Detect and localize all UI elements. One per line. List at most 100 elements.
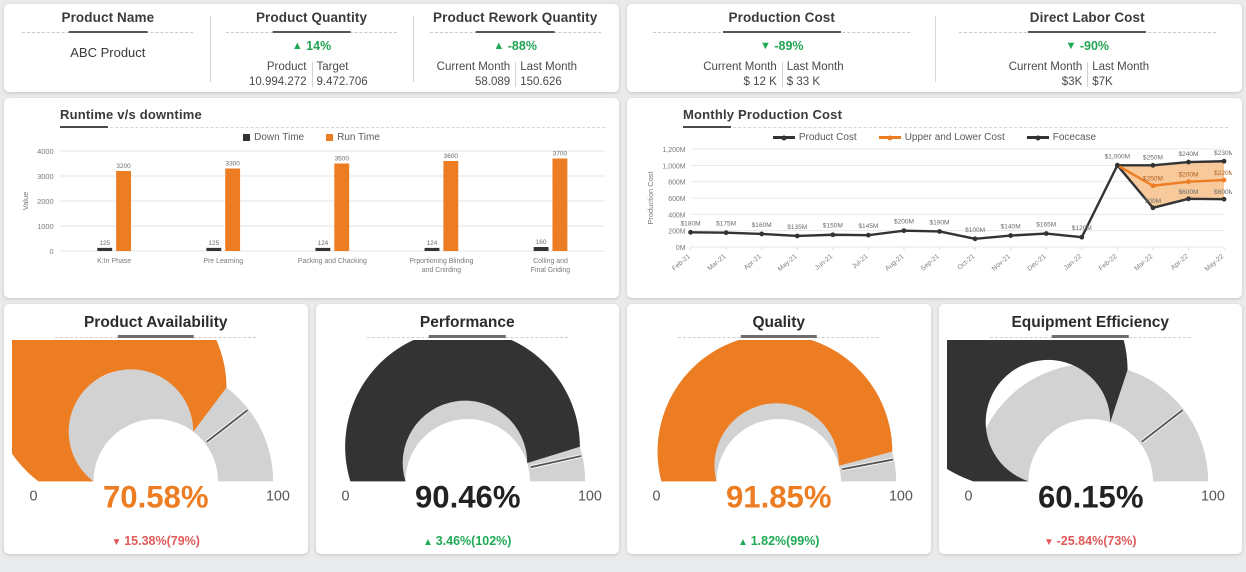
data-label: $600M [1214,189,1232,196]
x-axis-tick: Jul-21 [851,253,870,270]
forecast-upper-point[interactable] [1150,162,1156,168]
kpi-title: Direct Labor Cost [1029,10,1145,25]
x-axis-tick: Final Griding [531,267,570,274]
forecast-lower-point[interactable] [1221,196,1227,202]
bar-down-time[interactable] [206,247,222,251]
arrow-down-icon: ▼ [759,40,771,52]
kpi-sub-value: 10.994.272 [248,76,307,88]
y-axis-tick: 0 [50,247,54,256]
x-axis-tick: Feb-22 [1098,253,1119,272]
x-axis-tick: Mar-22 [1133,253,1154,272]
gauge-title: Quality [752,314,806,331]
legend-item-2[interactable]: Focecase [1026,132,1097,143]
kpi-sub-0: Product 10.994.272 [210,61,312,88]
bar-run-time[interactable] [443,161,459,251]
bar-chart-header: Runtime v/s downtime [14,106,609,128]
bar-chart-legend[interactable]: Down Time Run Time [14,132,609,143]
bar-down-time[interactable] [533,247,549,251]
legend-item-1[interactable]: Run Time [326,132,380,143]
kpi-delta: ▼ -89% [760,39,804,54]
bar-value-label: 3500 [335,155,350,162]
forecast-lower-point[interactable] [1186,196,1191,202]
upper-lower-point[interactable] [1186,179,1191,185]
kpi-sub-value: $7K [1092,76,1113,88]
product-cost-point[interactable] [688,229,693,235]
arrow-up-icon: ▲ [291,40,303,52]
bar-run-time[interactable] [225,168,241,252]
gauge-card-0: Product Availability 0 100 70.58% ▼ 15.38%(7… [4,304,308,554]
legend-item-0[interactable]: Product Cost [772,132,857,143]
data-label: $165M [1036,222,1056,229]
product-cost-point[interactable] [866,232,871,238]
kpi-sub-value: $ 12 K [743,76,777,88]
chart-row: Runtime v/s downtime Down Time Run Time 0… [4,98,1242,298]
forecast-lower-point[interactable] [1150,205,1156,211]
product-cost-point[interactable] [972,236,978,242]
upper-lower-point[interactable] [1221,177,1227,183]
legend-label: Upper and Lower Cost [904,132,1005,143]
data-label: $120M [1072,225,1092,232]
kpi-sub-value: 150.626 [520,76,562,88]
x-axis-tick: Pre Learning [203,258,243,265]
kpi-right-0: Production Cost ▼ -89% Current Month $ 12 K… [629,10,935,88]
data-label: $135M [787,224,807,231]
y-axis-tick: 2000 [37,197,54,206]
product-cost-point[interactable] [1008,233,1014,238]
product-cost-point[interactable] [759,231,765,237]
upper-lower-point[interactable] [1150,183,1156,189]
legend-swatch [878,136,901,139]
arrow-down-icon: ▼ [1065,40,1077,52]
legend-item-0[interactable]: Down Time [243,132,304,143]
arrow-up-icon: ▲ [423,536,436,548]
line-chart-legend[interactable]: Product Cost Upper and Lower Cost Focecase [637,132,1232,143]
bar-run-time[interactable] [116,171,132,251]
bar-run-time[interactable] [552,158,568,252]
kpi-row: Product Name ABC Product Product Quantity ▲… [4,4,1242,92]
kpi-delta-value: -88% [504,39,537,53]
kpi-sub-label: Target [316,61,349,73]
gauge-plot: 0 100 90.46% [324,340,612,532]
forecast-upper-point[interactable] [1221,158,1227,164]
kpi-title: Product Rework Quantity [433,10,598,25]
gauge-max-label: 100 [889,489,913,505]
legend-label: Focecase [1052,132,1097,143]
kpi-title-underline [429,29,601,33]
kpi-right-1: Direct Labor Cost ▼ -90% Current Month $3K L… [934,10,1241,88]
data-label: $240M [1179,151,1199,158]
gauge-plot: 0 100 60.15% [946,340,1235,532]
data-label: $200M [1179,172,1199,179]
bar-down-time[interactable] [97,247,113,251]
kpi-left-2: Product Rework Quantity ▲ -88% Current Mon… [413,10,617,88]
product-cost-point[interactable] [830,232,836,238]
forecast-upper-point[interactable] [1186,159,1191,165]
bar-run-time[interactable] [334,163,350,252]
line-chart-header: Monthly Production Cost [637,106,1232,128]
title-underline [60,126,605,128]
gauge-max-label: 100 [1200,489,1224,505]
bar-chart-card: Runtime v/s downtime Down Time Run Time 0… [4,98,619,298]
y-axis-label: Production Cost [646,170,655,224]
kpi-delta: ▲ -88% [493,39,537,54]
bar-down-time[interactable] [424,247,440,251]
product-cost-point[interactable] [1043,231,1049,236]
kpi-sub-value: $ 33 K [786,76,820,88]
product-cost-point[interactable] [901,228,907,234]
bar-value-label: 125 [208,240,219,247]
kpi-sub-label: Last Month [1092,61,1150,73]
product-cost-point[interactable] [723,230,729,236]
gauge-title: Performance [419,314,515,331]
gauge-value-label: 90.46% [414,480,520,515]
legend-item-1[interactable]: Upper and Lower Cost [878,132,1005,143]
product-cost-point[interactable] [794,233,800,239]
product-cost-point[interactable] [1114,162,1120,168]
gauge-value-label: 60.15% [1037,480,1143,515]
kpi-sub-1: Last Month $ 33 K [781,61,935,88]
kpi-sub-1: Target 9.472.706 [311,61,414,88]
product-cost-point[interactable] [1079,234,1085,240]
bar-value-label: 160 [536,239,547,246]
bar-value-label: 124 [318,240,329,247]
product-cost-point[interactable] [937,229,942,234]
data-label: $600M [1179,189,1199,196]
bar-down-time[interactable] [315,247,331,251]
kpi-subvalues: Current Month $ 12 K Last Month $ 33 K [629,61,935,88]
